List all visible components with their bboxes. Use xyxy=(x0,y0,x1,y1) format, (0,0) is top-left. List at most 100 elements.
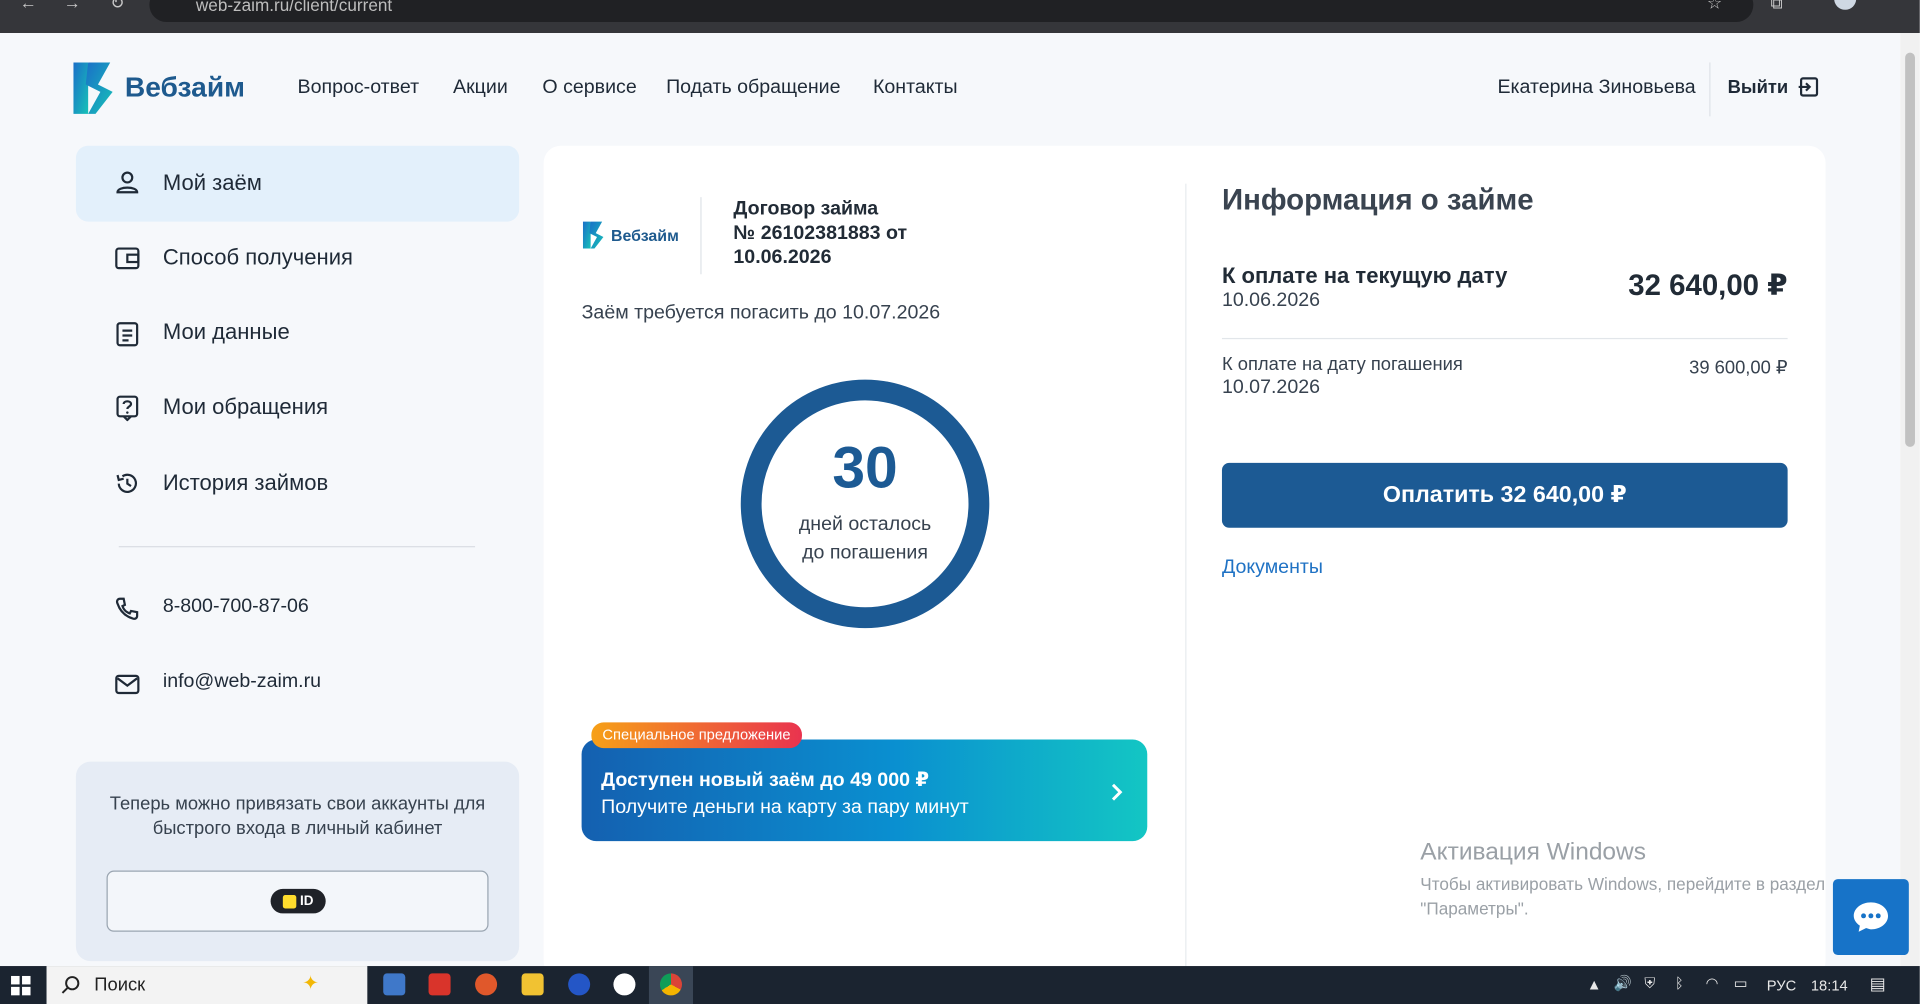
question-icon xyxy=(116,395,139,422)
logo[interactable]: Вебзайм xyxy=(71,60,245,122)
yandex-browser-icon[interactable] xyxy=(613,973,636,996)
sidebar-label-receive-method[interactable]: Способ получения xyxy=(163,245,353,271)
taskbar-app-media-icon[interactable] xyxy=(475,973,498,996)
current-due-date: 10.06.2026 xyxy=(1221,290,1320,311)
wifi-icon[interactable]: ◠ xyxy=(1706,975,1719,992)
windows-start-icon[interactable] xyxy=(11,975,31,996)
windows-activation-line1: Чтобы активировать Windows, перейдите в … xyxy=(1420,874,1826,894)
days-left-ring xyxy=(740,379,990,629)
logout-icon xyxy=(1799,77,1819,97)
browser-toolbar: ← → ↻ web-zaim.ru/client/current ☆ ⧉ xyxy=(0,0,1920,34)
maturity-due-label: К оплате на дату погашения 10.07.2026 xyxy=(1222,353,1463,400)
logout-label: Выйти xyxy=(1727,76,1789,98)
link-accounts-text: Теперь можно привязать свои аккаунты для… xyxy=(109,793,486,839)
nvidia-tray-icon[interactable]: ▲ xyxy=(1587,976,1602,993)
sidebar-label-my-loan[interactable]: Мой заём xyxy=(163,170,262,196)
chat-button[interactable] xyxy=(1832,879,1909,956)
reload-icon[interactable]: ↻ xyxy=(110,0,124,13)
maturity-due-amount: 39 600,00 ₽ xyxy=(1689,357,1788,379)
scrollbar[interactable] xyxy=(1900,33,1920,967)
file-explorer-icon[interactable] xyxy=(521,973,544,996)
clipboard-icon xyxy=(116,322,139,347)
taskbar-app-save-icon[interactable] xyxy=(383,973,406,996)
windows-activation-text: Чтобы активировать Windows, перейдите в … xyxy=(1420,872,1825,921)
chrome-icon[interactable] xyxy=(659,973,682,996)
tid-label: ID xyxy=(299,893,314,909)
user-name[interactable]: Екатерина Зиновьева xyxy=(1497,77,1695,99)
support-phone[interactable]: 8-800-700-87-06 xyxy=(163,596,309,618)
card-divider xyxy=(1185,183,1187,968)
days-left-caption: дней осталось до погашения xyxy=(740,511,991,567)
contract-title-line1: Договор займа xyxy=(733,198,879,220)
wallet-icon xyxy=(115,247,140,270)
days-left-number: 30 xyxy=(832,435,898,501)
contract-logo: Вебзайм xyxy=(582,220,679,256)
tid-badge: ID xyxy=(270,888,326,914)
logo-text: Вебзайм xyxy=(124,71,245,103)
days-left-line1: дней осталось xyxy=(798,514,932,536)
current-due-amount: 32 640,00 ₽ xyxy=(1628,269,1788,303)
chat-icon xyxy=(1853,902,1889,932)
notifications-icon[interactable]: ▤ xyxy=(1870,973,1886,994)
sparkle-icon: ✦ xyxy=(302,973,319,995)
logout-button[interactable]: Выйти xyxy=(1728,76,1820,98)
scrollbar-thumb[interactable] xyxy=(1905,52,1915,447)
mail-icon xyxy=(115,674,140,695)
info-divider xyxy=(1221,337,1788,340)
support-email[interactable]: info@web-zaim.ru xyxy=(163,671,321,693)
chevron-right-icon xyxy=(1111,783,1123,801)
history-icon xyxy=(116,473,137,493)
forward-icon[interactable]: → xyxy=(64,0,81,12)
sidebar-label-my-data[interactable]: Мои данные xyxy=(163,320,290,346)
volume-icon[interactable]: 🔊 xyxy=(1614,975,1632,992)
repay-deadline-text: Заём требуется погасить до 10.07.2026 xyxy=(581,302,941,324)
taskbar-app-tools-icon[interactable] xyxy=(428,973,451,996)
pay-button[interactable]: Оплатить 32 640,00 ₽ xyxy=(1221,462,1788,528)
nav-contacts[interactable]: Контакты xyxy=(873,77,958,99)
back-icon[interactable]: ← xyxy=(20,0,37,12)
documents-link[interactable]: Документы xyxy=(1222,557,1323,579)
nav-about[interactable]: О сервисе xyxy=(542,77,636,99)
taskbar-search-text: Поиск xyxy=(94,974,146,996)
nav-promotions[interactable]: Акции xyxy=(453,77,508,99)
maturity-label-text: К оплате на дату погашения xyxy=(1221,353,1463,375)
windows-activation-line2: "Параметры". xyxy=(1420,898,1529,919)
nav-faq[interactable]: Вопрос-ответ xyxy=(298,77,420,99)
clock[interactable]: 18:14 xyxy=(1811,977,1848,994)
search-icon xyxy=(61,976,80,994)
special-offer-badge: Специальное предложение xyxy=(591,722,802,749)
extensions-icon[interactable]: ⧉ xyxy=(1770,0,1782,13)
bluetooth-icon[interactable]: ᛒ xyxy=(1675,975,1684,992)
sidebar-divider xyxy=(118,546,476,548)
logo-icon xyxy=(73,62,113,114)
sidebar-item-my-loan[interactable] xyxy=(75,145,520,222)
maturity-date: 10.07.2026 xyxy=(1221,377,1320,398)
contract-number: № 26102381883 от xyxy=(733,222,908,244)
sidebar-label-my-requests[interactable]: Мои обращения xyxy=(163,394,328,420)
contract-divider xyxy=(700,197,702,275)
security-shield-icon[interactable]: ⛨ xyxy=(1644,975,1655,993)
language-indicator[interactable]: РУС xyxy=(1767,977,1796,994)
user-icon xyxy=(116,171,139,194)
phone-icon xyxy=(115,597,139,620)
header-divider xyxy=(1709,62,1711,117)
offer-title: Доступен новый заём до 49 000 ₽ xyxy=(601,770,930,791)
loan-info-title: Информация о займе xyxy=(1221,183,1534,217)
offer-subtitle: Получите деньги на карту за пару минут xyxy=(601,797,969,818)
tid-shield-icon xyxy=(282,894,297,908)
tid-login-button[interactable]: ID xyxy=(106,870,489,932)
battery-icon[interactable]: ▭ xyxy=(1734,975,1748,992)
windows-activation-title: Активация Windows xyxy=(1420,838,1646,866)
sidebar-label-loan-history[interactable]: История займов xyxy=(163,470,328,496)
current-due-label: К оплате на текущую дату xyxy=(1221,263,1508,288)
sidebar-item-my-data[interactable] xyxy=(76,295,519,371)
contract-logo-icon xyxy=(582,221,604,249)
bookmark-star-icon[interactable]: ☆ xyxy=(1707,0,1722,13)
contract-logo-text: Вебзайм xyxy=(610,226,679,245)
contract-date: 10.06.2026 xyxy=(733,247,832,269)
url-text[interactable]: web-zaim.ru/client/current xyxy=(196,0,392,15)
nav-submit-request[interactable]: Подать обращение xyxy=(666,77,840,99)
profile-avatar[interactable] xyxy=(1834,0,1857,10)
contract-title: Договор займа № 26102381883 от 10.06.202… xyxy=(733,197,907,270)
taskbar-app-edge-icon[interactable] xyxy=(568,973,591,996)
